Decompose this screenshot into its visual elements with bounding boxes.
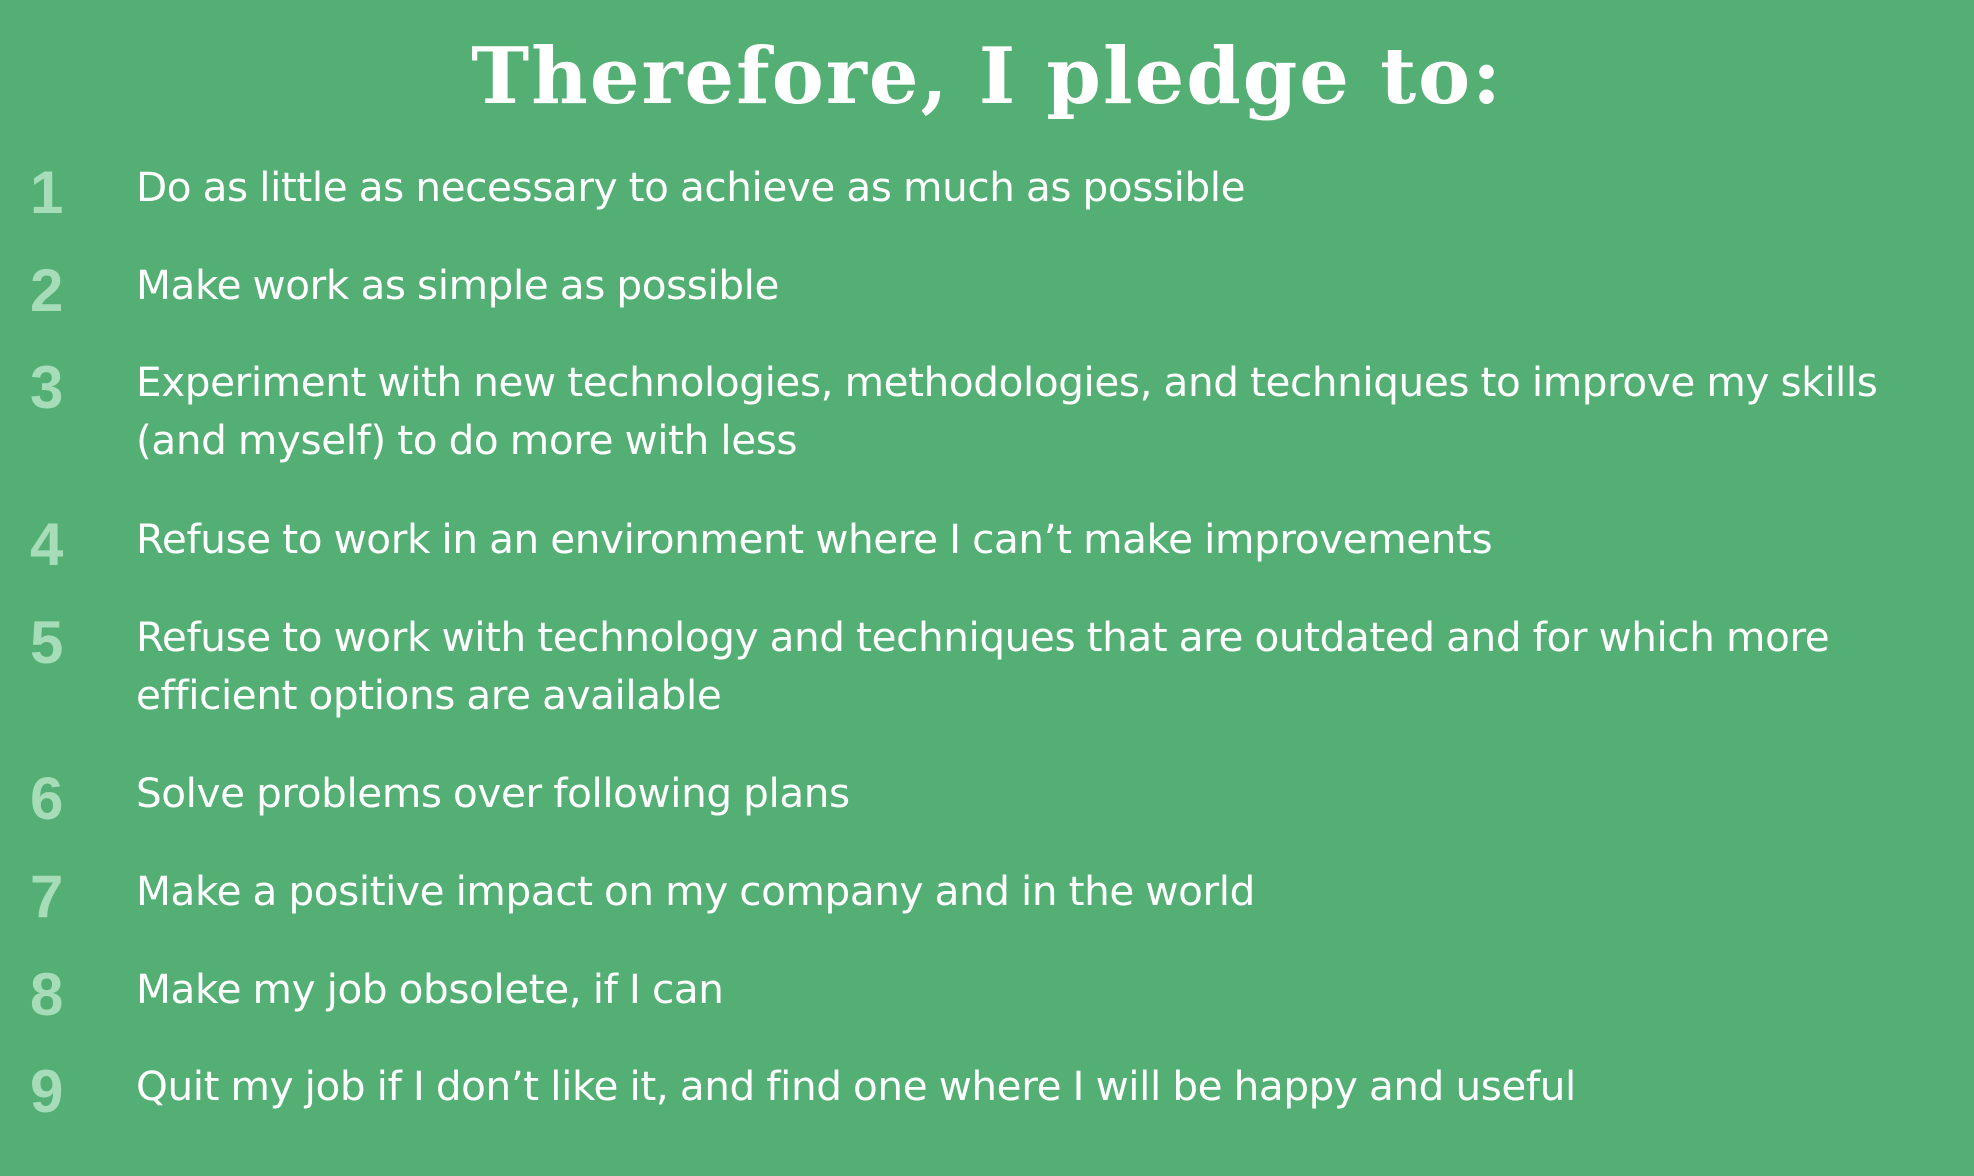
pledge-text: Refuse to work with technology and techn… — [136, 613, 1830, 719]
pledge-number: 2 — [30, 257, 64, 324]
pledge-text: Do as little as necessary to achieve as … — [136, 163, 1246, 211]
pledge-number: 7 — [30, 863, 64, 930]
pledge-number: 8 — [30, 961, 64, 1028]
pledge-text: Make my job obsolete, if I can — [136, 965, 724, 1013]
pledge-number: 6 — [30, 765, 64, 832]
pledge-text: Make work as simple as possible — [136, 261, 779, 309]
pledge-text: Refuse to work in an environment where I… — [136, 515, 1493, 563]
pledge-page: Therefore, I pledge to: 1 Do as little a… — [0, 0, 1974, 1176]
page-title: Therefore, I pledge to: — [471, 31, 1503, 122]
pledge-number: 5 — [30, 609, 64, 676]
pledge-number: 4 — [30, 511, 64, 578]
pledge-text: Solve problems over following plans — [136, 769, 850, 817]
pledge-number: 1 — [30, 159, 64, 226]
pledge-text: Make a positive impact on my company and… — [136, 867, 1255, 915]
pledge-text: Quit my job if I don’t like it, and find… — [136, 1062, 1576, 1110]
pledge-number: 9 — [30, 1058, 64, 1125]
pledge-text: Experiment with new technologies, method… — [136, 358, 1878, 464]
pledge-number: 3 — [30, 354, 64, 421]
